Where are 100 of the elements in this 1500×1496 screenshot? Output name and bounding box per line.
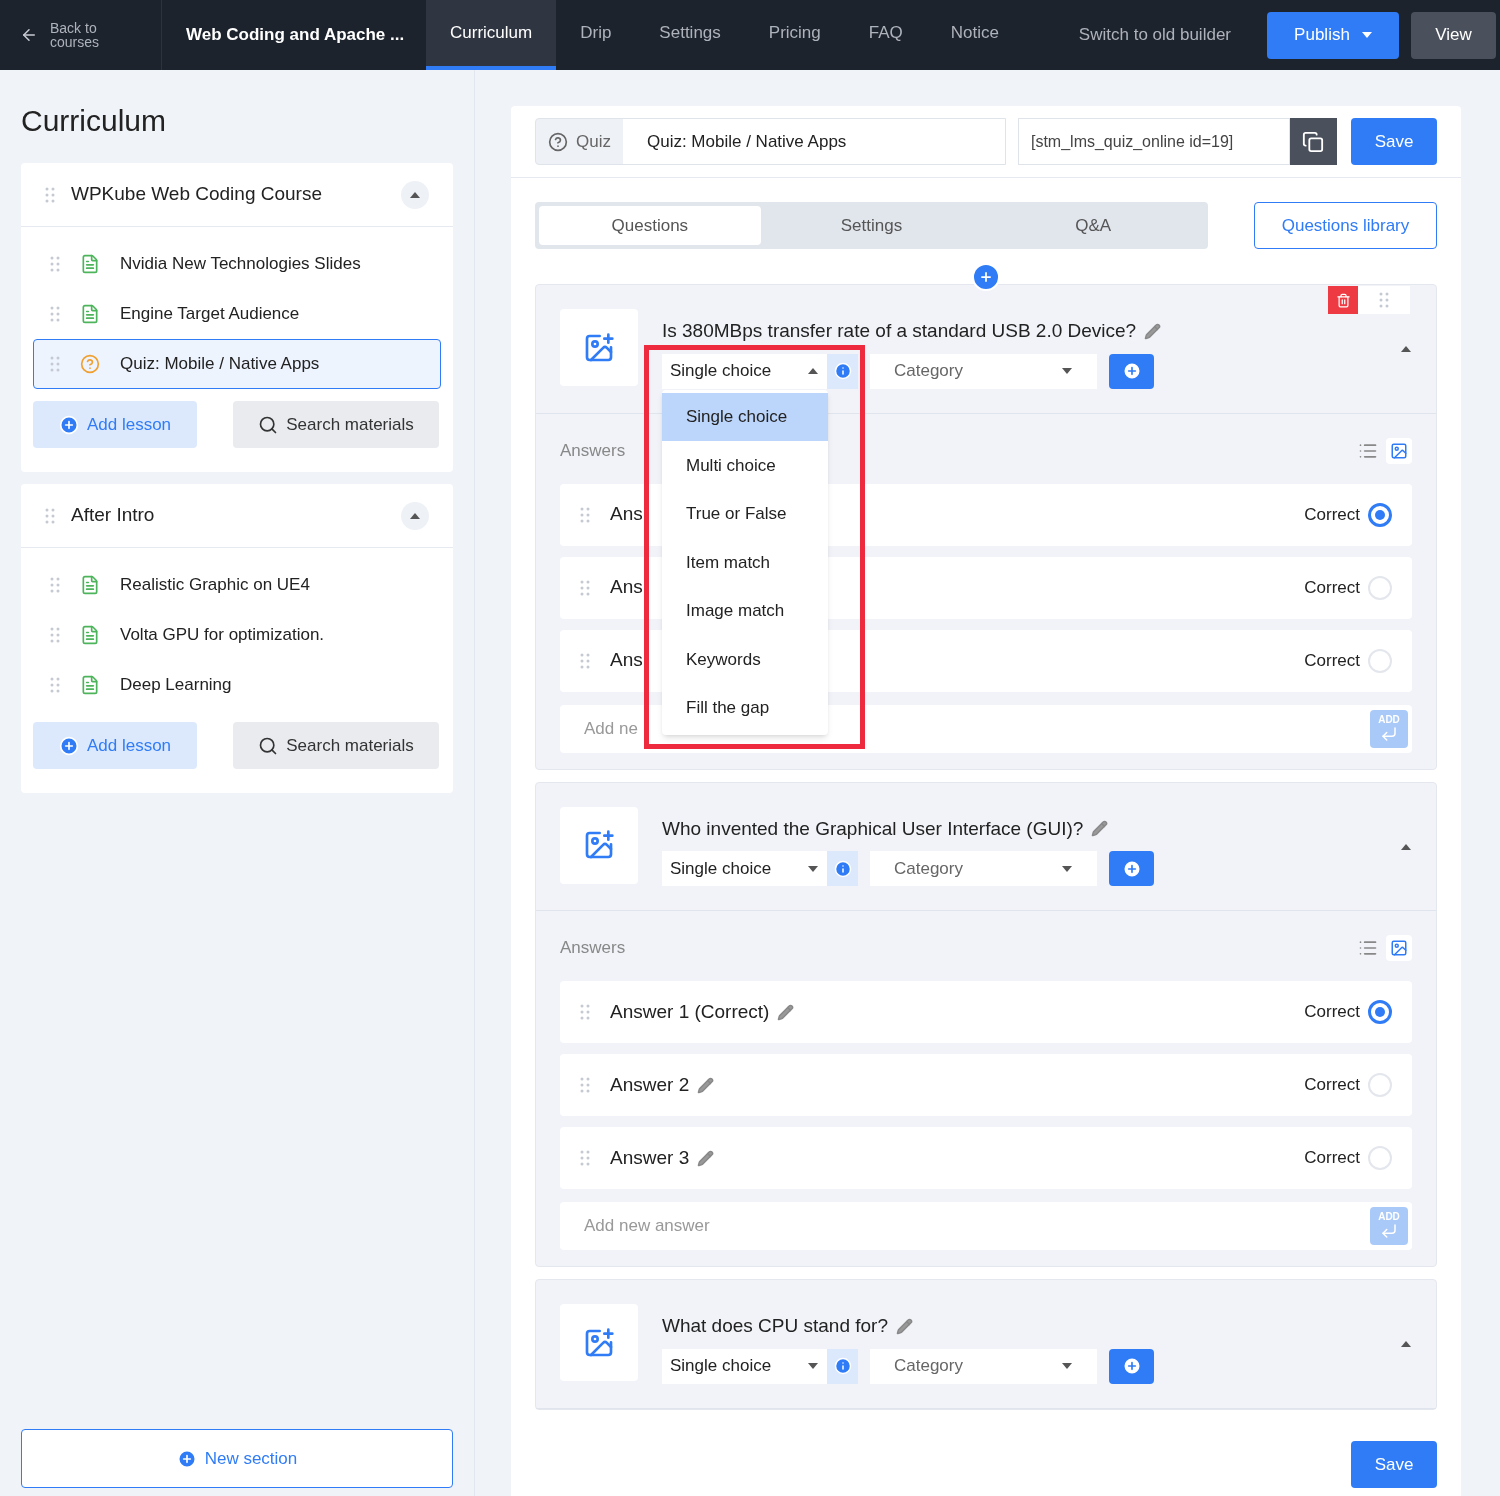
- drag-handle-icon[interactable]: [50, 356, 60, 372]
- question-title: What does CPU stand for?: [662, 1314, 888, 1338]
- nav-tab[interactable]: Notice: [926, 0, 1023, 70]
- sidebar-title: Curriculum: [21, 103, 168, 139]
- drag-handle-icon[interactable]: [45, 507, 55, 524]
- image-view-button[interactable]: [1386, 935, 1412, 961]
- question-circle-icon: [80, 354, 100, 374]
- search-materials-button[interactable]: Search materials: [233, 401, 439, 448]
- image-upload-tile[interactable]: [560, 309, 638, 386]
- nav-tab[interactable]: Curriculum: [426, 0, 557, 70]
- view-button[interactable]: View: [1411, 11, 1496, 59]
- add-question-button[interactable]: [972, 263, 1000, 291]
- caret-icon: [807, 864, 819, 873]
- add-category-button[interactable]: [1109, 1348, 1154, 1384]
- add-category-button[interactable]: [1109, 851, 1154, 886]
- drag-handle-icon[interactable]: [580, 1004, 590, 1020]
- info-button[interactable]: [827, 851, 858, 886]
- add-category-button[interactable]: [1109, 353, 1154, 389]
- lesson-item[interactable]: Deep Learning: [33, 660, 441, 710]
- question-type-select[interactable]: Single choice: [662, 851, 827, 886]
- drag-handle-icon[interactable]: [50, 306, 60, 322]
- document-icon: [80, 575, 100, 595]
- drag-handle-icon[interactable]: [580, 652, 590, 669]
- lesson-item[interactable]: Engine Target Audience: [33, 289, 441, 339]
- drag-handle-icon[interactable]: [580, 506, 590, 523]
- quiz-tab[interactable]: Q&A: [982, 206, 1204, 245]
- pencil-icon[interactable]: [1091, 820, 1109, 838]
- info-icon: [833, 1357, 852, 1375]
- nav-tab[interactable]: Settings: [635, 0, 745, 70]
- question-type-select[interactable]: Single choice: [662, 1348, 827, 1384]
- drag-handle-icon[interactable]: [45, 186, 55, 203]
- pencil-icon[interactable]: [697, 1149, 715, 1167]
- search-materials-button[interactable]: Search materials: [233, 722, 439, 769]
- correct-radio[interactable]: [1368, 1000, 1392, 1024]
- drag-handle-icon[interactable]: [50, 627, 60, 643]
- section-title: WPKube Web Coding Course: [71, 182, 323, 207]
- info-button[interactable]: [827, 1348, 858, 1384]
- caret-icon: [1361, 32, 1372, 38]
- dropdown-option[interactable]: Single choice: [662, 392, 828, 441]
- answers-label: Answers: [560, 937, 626, 960]
- questions-library-button[interactable]: Questions library: [1254, 202, 1437, 249]
- enter-icon: [1380, 1222, 1398, 1240]
- lesson-item[interactable]: Volta GPU for optimization.: [33, 610, 441, 660]
- plus-icon: [979, 270, 993, 284]
- question-type-select[interactable]: Single choice: [662, 353, 827, 389]
- pencil-icon[interactable]: [697, 1076, 715, 1094]
- dropdown-option[interactable]: True or False: [662, 489, 828, 538]
- pencil-icon[interactable]: [1144, 322, 1162, 340]
- image-upload-tile[interactable]: [560, 1304, 638, 1381]
- grip-icon[interactable]: [1379, 292, 1389, 308]
- category-select[interactable]: Category: [870, 851, 1097, 886]
- image-icon: [1390, 939, 1408, 957]
- save-button[interactable]: Save: [1351, 1441, 1437, 1488]
- lesson-item[interactable]: Realistic Graphic on UE4: [33, 560, 441, 610]
- nav-tab[interactable]: FAQ: [844, 0, 927, 70]
- collapse-button[interactable]: [401, 180, 429, 209]
- search-icon: [258, 414, 279, 435]
- lesson-item[interactable]: Quiz: Mobile / Native Apps: [33, 339, 441, 389]
- correct-radio[interactable]: [1368, 502, 1392, 527]
- image-upload-tile[interactable]: [560, 806, 638, 884]
- copy-button[interactable]: [1289, 118, 1337, 165]
- category-select[interactable]: Category: [870, 1348, 1097, 1384]
- answer-text: Answer 3: [610, 1145, 690, 1170]
- switch-builder-link[interactable]: Switch to old builder: [1078, 22, 1231, 48]
- dropdown-option[interactable]: Keywords: [662, 635, 828, 684]
- save-button[interactable]: Save: [1351, 118, 1437, 165]
- info-button[interactable]: [827, 353, 858, 389]
- image-view-button[interactable]: [1386, 437, 1412, 464]
- drag-handle-icon[interactable]: [580, 1077, 590, 1093]
- answer-text: Answer 1 (Correct): [610, 999, 770, 1024]
- drag-handle-icon[interactable]: [50, 577, 60, 593]
- list-view-icon[interactable]: [1358, 938, 1378, 958]
- drag-handle-icon[interactable]: [580, 1150, 590, 1166]
- image-plus-icon: [583, 1326, 615, 1359]
- pencil-icon[interactable]: [896, 1317, 913, 1335]
- correct-label: Correct: [1304, 1147, 1360, 1170]
- drag-handle-icon[interactable]: [50, 256, 60, 272]
- nav-tab[interactable]: Pricing: [744, 0, 845, 70]
- back-link[interactable]: Back to courses: [50, 21, 110, 49]
- category-select[interactable]: Category: [870, 353, 1097, 389]
- shortcode-field[interactable]: [stm_lms_quiz_online id=19]: [1017, 118, 1290, 165]
- dropdown-option[interactable]: Item match: [662, 538, 828, 587]
- drag-handle-icon[interactable]: [580, 579, 590, 596]
- quiz-tab[interactable]: Questions: [539, 206, 761, 245]
- collapse-caret-icon: [1400, 842, 1412, 851]
- lesson-item[interactable]: Nvidia New Technologies Slides: [33, 239, 441, 289]
- nav-tab[interactable]: Drip: [556, 0, 636, 70]
- correct-label: Correct: [1304, 649, 1360, 672]
- delete-button[interactable]: [1328, 286, 1358, 314]
- drag-handle-icon[interactable]: [50, 677, 60, 693]
- collapse-button[interactable]: [401, 501, 429, 530]
- quiz-tab[interactable]: Settings: [760, 206, 983, 245]
- plus-circle-icon: [1121, 858, 1142, 879]
- dropdown-option[interactable]: Multi choice: [662, 441, 828, 490]
- document-icon: [80, 304, 100, 324]
- dropdown-option[interactable]: Image match: [662, 586, 828, 635]
- publish-button[interactable]: Publish: [1267, 11, 1399, 59]
- caret-icon: [1061, 367, 1073, 375]
- pencil-icon[interactable]: [777, 1003, 795, 1021]
- new-section-button[interactable]: New section: [21, 1429, 453, 1488]
